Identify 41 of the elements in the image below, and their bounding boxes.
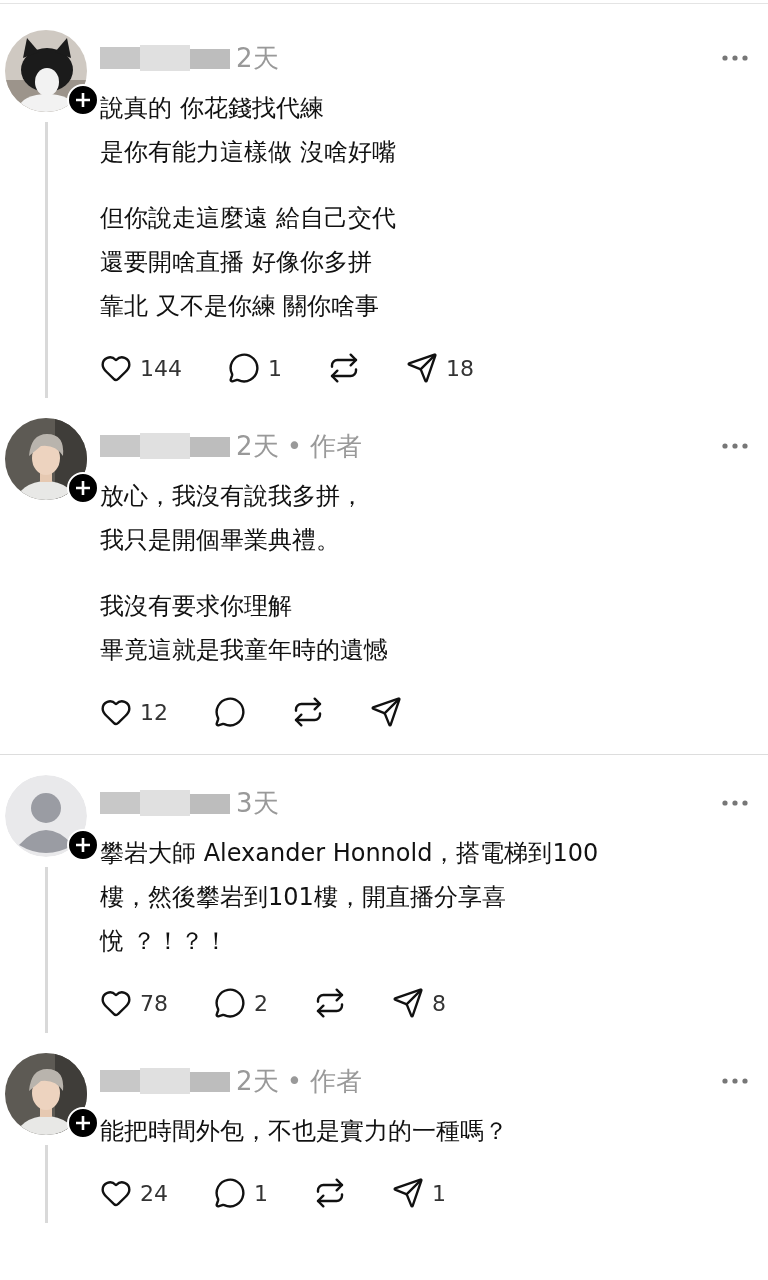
comment-text: 說真的 你花錢找代練 是你有能力這樣做 沒啥好嘴 <box>100 93 397 168</box>
send-icon[interactable] <box>392 1177 424 1209</box>
speech-bubble-icon[interactable] <box>228 352 260 384</box>
share-count: 1 <box>432 1180 446 1206</box>
comment-text: 能把時間外包，不也是實力的一種嗎？ <box>100 1116 509 1147</box>
repost-icon[interactable] <box>314 987 346 1019</box>
more-icon[interactable] <box>722 800 748 806</box>
default-avatar-icon <box>5 775 87 857</box>
like-count: 12 <box>140 699 168 725</box>
reply-count: 1 <box>268 355 282 381</box>
like-count: 24 <box>140 1180 168 1206</box>
send-icon[interactable] <box>392 987 424 1019</box>
comment-text: 我沒有要求你理解 畢竟這就是我童年時的遺憾 <box>100 591 389 666</box>
comment-text: 但你說走這麼遠 給自己交代 還要開啥直播 好像你多拼 靠北 又不是你練 關你啥事 <box>100 203 397 322</box>
more-icon[interactable] <box>722 1078 748 1084</box>
follow-plus-icon[interactable] <box>67 472 99 504</box>
repost-icon[interactable] <box>328 352 360 384</box>
like-count: 144 <box>140 355 182 381</box>
post-time: 3天 <box>236 786 279 820</box>
speech-bubble-icon[interactable] <box>214 987 246 1019</box>
send-icon[interactable] <box>406 352 438 384</box>
share-count: 18 <box>446 355 474 381</box>
post-time: 2天 <box>236 41 279 75</box>
speech-bubble-icon[interactable] <box>214 1177 246 1209</box>
follow-plus-icon[interactable] <box>67 1107 99 1139</box>
follow-plus-icon[interactable] <box>67 84 99 116</box>
more-icon[interactable] <box>722 55 748 61</box>
reply-count: 2 <box>254 990 268 1016</box>
comment-text: 放心，我沒有說我多拼， 我只是開個畢業典禮。 <box>100 481 365 556</box>
send-icon[interactable] <box>370 696 402 728</box>
reply-count: 1 <box>254 1180 268 1206</box>
repost-icon[interactable] <box>292 696 324 728</box>
like-count: 78 <box>140 990 168 1016</box>
share-count: 8 <box>432 990 446 1016</box>
post-time: 2天 • 作者 <box>236 429 363 463</box>
more-icon[interactable] <box>722 443 748 449</box>
post-time: 2天 • 作者 <box>236 1064 363 1098</box>
comment-text: 攀岩大師 Alexander Honnold，搭電梯到100 樓，然後攀岩到101樓，開直播分享喜 悅 ？！？！ <box>100 838 600 957</box>
speech-bubble-icon[interactable] <box>214 696 246 728</box>
follow-plus-icon[interactable] <box>67 829 99 861</box>
repost-icon[interactable] <box>314 1177 346 1209</box>
